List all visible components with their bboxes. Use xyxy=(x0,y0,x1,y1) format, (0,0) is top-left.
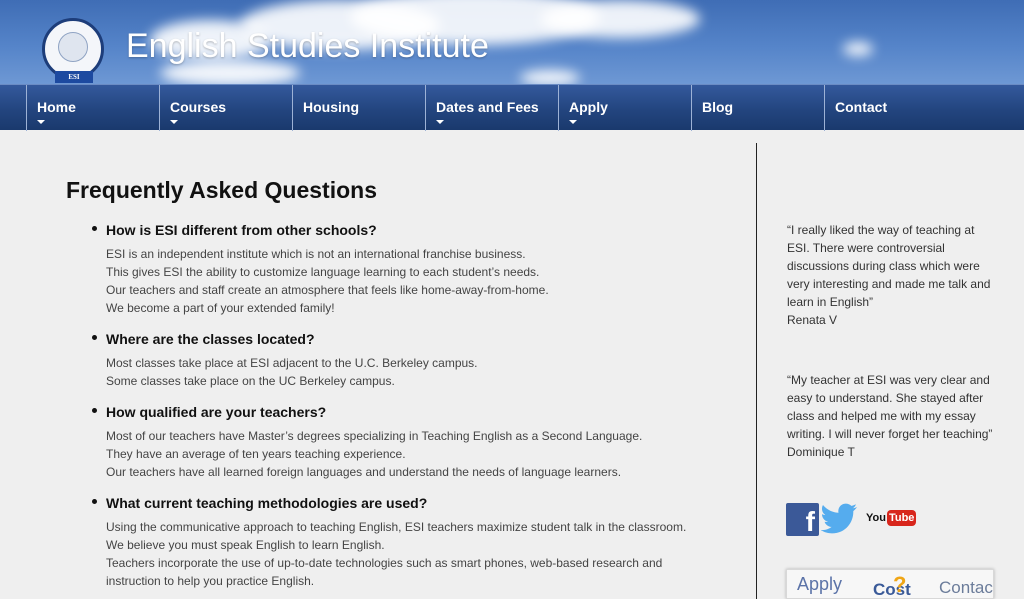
testimonial-line: very interesting and made me talk and xyxy=(787,277,991,291)
cloud-decoration xyxy=(843,42,873,56)
nav-label: Housing xyxy=(303,99,359,115)
youtube-icon[interactable]: You Tube xyxy=(866,510,917,526)
testimonial-line: writing. I will never forget her teachin… xyxy=(787,427,993,441)
sidebar-divider xyxy=(756,143,757,599)
faq-answer-line: instruction to help you practice English… xyxy=(106,574,315,588)
faq-question: How is ESI different from other schools? xyxy=(106,222,377,238)
faq-answer-line: Teachers incorporate the use of up-to-da… xyxy=(106,556,663,570)
testimonial-line: “I really liked the way of teaching at xyxy=(787,223,975,237)
faq-answer-line: Our teachers have all learned foreign la… xyxy=(106,465,622,479)
nav-item-home[interactable]: Home xyxy=(26,85,159,131)
faq-answer-line: We become a part of your extended family… xyxy=(106,301,335,315)
testimonial-line: learn in English” xyxy=(787,295,874,309)
facebook-glyph: f xyxy=(805,506,815,536)
dropdown-arrow-icon xyxy=(37,120,45,124)
bullet-icon xyxy=(92,499,97,504)
bullet-icon xyxy=(92,226,97,231)
cloud-decoration xyxy=(540,0,700,38)
esi-logo[interactable]: ESI xyxy=(42,18,104,83)
faq-answer-line: ESI is an independent institute which is… xyxy=(106,247,526,261)
dropdown-arrow-icon xyxy=(170,120,178,124)
promo-contact-link[interactable]: Contact xyxy=(939,578,993,598)
faq-item: What current teaching methodologies are … xyxy=(66,493,746,590)
page-title: Frequently Asked Questions xyxy=(66,177,377,203)
testimonial-line: class and helped me with my essay xyxy=(787,409,976,423)
logo-ribbon: ESI xyxy=(55,71,93,83)
nav-item-housing[interactable]: Housing xyxy=(292,85,425,131)
nav-label: Home xyxy=(37,99,76,115)
bullet-icon xyxy=(92,335,97,340)
nav-label: Blog xyxy=(702,99,734,115)
nav-label: Apply xyxy=(569,99,608,115)
faq-question: How qualified are your teachers? xyxy=(106,404,327,420)
testimonial-line: easy to understand. She stayed after xyxy=(787,391,984,405)
apply-cost-contact-banner[interactable]: Apply Cost ? Contact xyxy=(786,569,994,599)
faq-item: How qualified are your teachers? Most of… xyxy=(66,402,746,481)
faq-answer-line: Using the communicative approach to teac… xyxy=(106,520,687,534)
faq-item: Where are the classes located? Most clas… xyxy=(66,329,746,390)
faq-answer-line: Our teachers and staff create an atmosph… xyxy=(106,283,549,297)
nav-item-contact[interactable]: Contact xyxy=(824,85,1024,131)
site-title[interactable]: English Studies Institute xyxy=(126,26,489,66)
main-nav: Home Courses Housing Dates and Fees Appl… xyxy=(0,84,1024,131)
youtube-you-text: You xyxy=(866,512,886,524)
promo-apply-link[interactable]: Apply xyxy=(797,574,842,595)
faq-question: Where are the classes located? xyxy=(106,331,315,347)
youtube-tube-text: Tube xyxy=(886,510,917,526)
bullet-icon xyxy=(92,408,97,413)
faq-answer-line: We believe you must speak English to lea… xyxy=(106,538,385,552)
cloud-decoration xyxy=(520,70,580,84)
nav-label: Dates and Fees xyxy=(436,99,539,115)
testimonial-line: discussions during class which were xyxy=(787,259,980,273)
faq-answer-line: Some classes take place on the UC Berkel… xyxy=(106,374,395,388)
site-header: ESI English Studies Institute xyxy=(0,0,1024,84)
faq-answer-line: They have an average of ten years teachi… xyxy=(106,447,406,461)
faq-answer-line: Most classes take place at ESI adjacent … xyxy=(106,356,478,370)
dropdown-arrow-icon xyxy=(436,120,444,124)
testimonial-line: “My teacher at ESI was very clear and xyxy=(787,373,990,387)
question-mark-icon: ? xyxy=(893,572,907,597)
nav-label: Courses xyxy=(170,99,227,115)
nav-label: Contact xyxy=(835,99,888,115)
faq-item: How is ESI different from other schools?… xyxy=(66,220,746,317)
testimonial-author: Dominique T xyxy=(787,445,855,459)
faq-answer-line: Most of our teachers have Master’s degre… xyxy=(106,429,643,443)
twitter-icon[interactable] xyxy=(821,502,859,536)
nav-item-courses[interactable]: Courses xyxy=(159,85,292,131)
faq-list: How is ESI different from other schools?… xyxy=(66,220,746,599)
testimonial: “My teacher at ESI was very clear and ea… xyxy=(787,371,997,461)
nav-item-blog[interactable]: Blog xyxy=(691,85,824,131)
testimonial-line: ESI. There were controversial xyxy=(787,241,945,255)
facebook-icon[interactable]: f xyxy=(786,503,819,536)
testimonial-author: Renata V xyxy=(787,313,838,327)
logo-emblem-icon xyxy=(58,32,88,62)
faq-question: What current teaching methodologies are … xyxy=(106,495,428,511)
testimonial: “I really liked the way of teaching at E… xyxy=(787,221,997,329)
nav-item-apply[interactable]: Apply xyxy=(558,85,691,131)
faq-answer-line: This gives ESI the ability to customize … xyxy=(106,265,540,279)
dropdown-arrow-icon xyxy=(569,120,577,124)
nav-item-dates-and-fees[interactable]: Dates and Fees xyxy=(425,85,558,131)
